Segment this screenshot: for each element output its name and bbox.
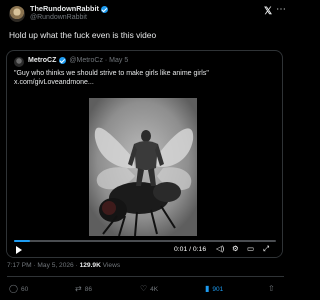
author-name-row[interactable]: TheRundownRabbit xyxy=(30,4,108,13)
author-avatar[interactable] xyxy=(9,6,25,22)
author-name[interactable]: TheRundownRabbit xyxy=(30,4,99,13)
bookmark-count: 901 xyxy=(212,285,224,293)
video-time: 0:01 / 0:16 xyxy=(174,246,207,253)
repost-count: 86 xyxy=(84,285,92,293)
share-icon: ⇧ xyxy=(268,284,275,293)
tweet-meta: 7:17 PM · May 5, 2026 · 129.9K Views xyxy=(7,262,120,269)
video-progress-fill xyxy=(14,240,30,242)
quote-verified-icon xyxy=(59,57,67,64)
like-button[interactable]: ♡ 4K xyxy=(140,285,158,293)
reply-icon: ◯ xyxy=(9,284,18,293)
quote-text: "Guy who thinks we should strive to make… xyxy=(14,69,209,87)
quote-author-name[interactable]: MetroCZ xyxy=(28,57,56,64)
bookmark-icon: ▮ xyxy=(205,284,210,293)
share-button[interactable]: ⇧ xyxy=(268,285,275,293)
more-icon[interactable]: ⋯ xyxy=(276,4,286,15)
fullscreen-icon[interactable]: ⤢ xyxy=(263,245,269,253)
like-count: 4K xyxy=(150,285,159,293)
tweet-text: Hold up what the fuck even is this video xyxy=(9,30,157,40)
quote-header: MetroCZ @MetroCz · May 5 xyxy=(28,57,128,64)
author-handle[interactable]: @RundownRabbit xyxy=(30,14,108,22)
views-label: Views xyxy=(100,262,121,269)
play-icon[interactable] xyxy=(16,246,22,254)
reply-button[interactable]: ◯ 60 xyxy=(9,285,28,293)
verified-badge-icon xyxy=(100,5,108,13)
volume-icon[interactable]: ◁) xyxy=(216,245,224,253)
video-progress-bar[interactable] xyxy=(14,240,276,242)
quote-avatar[interactable] xyxy=(14,57,24,67)
divider xyxy=(7,276,284,277)
captions-icon[interactable]: ▭ xyxy=(247,245,254,253)
x-logo-icon[interactable]: 𝕏 xyxy=(264,6,272,17)
quote-link[interactable]: x.com/givLoveandmone... xyxy=(14,78,209,87)
reply-count: 60 xyxy=(20,285,29,293)
quoted-tweet[interactable]: MetroCZ @MetroCz · May 5 "Guy who thinks… xyxy=(6,50,283,258)
author-block[interactable]: TheRundownRabbit @RundownRabbit xyxy=(30,4,108,22)
bookmark-button[interactable]: ▮ 901 xyxy=(205,285,223,293)
timestamp[interactable]: 7:17 PM · May 5, 2026 · xyxy=(7,262,80,269)
like-icon: ♡ xyxy=(140,284,148,293)
video-controls: 0:01 / 0:16 ◁) ⚙ ▭ ⤢ xyxy=(7,236,282,257)
quote-text-line: "Guy who thinks we should strive to make… xyxy=(14,70,209,77)
settings-icon[interactable]: ⚙ xyxy=(232,245,239,253)
views-count: 129.9K xyxy=(79,262,101,269)
repost-icon: ⇄ xyxy=(75,284,82,293)
video-player[interactable]: 0:01 / 0:16 ◁) ⚙ ▭ ⤢ xyxy=(7,98,282,257)
video-frame xyxy=(89,98,197,237)
quote-handle-date: @MetroCz · May 5 xyxy=(69,57,129,64)
repost-button[interactable]: ⇄ 86 xyxy=(75,285,92,293)
